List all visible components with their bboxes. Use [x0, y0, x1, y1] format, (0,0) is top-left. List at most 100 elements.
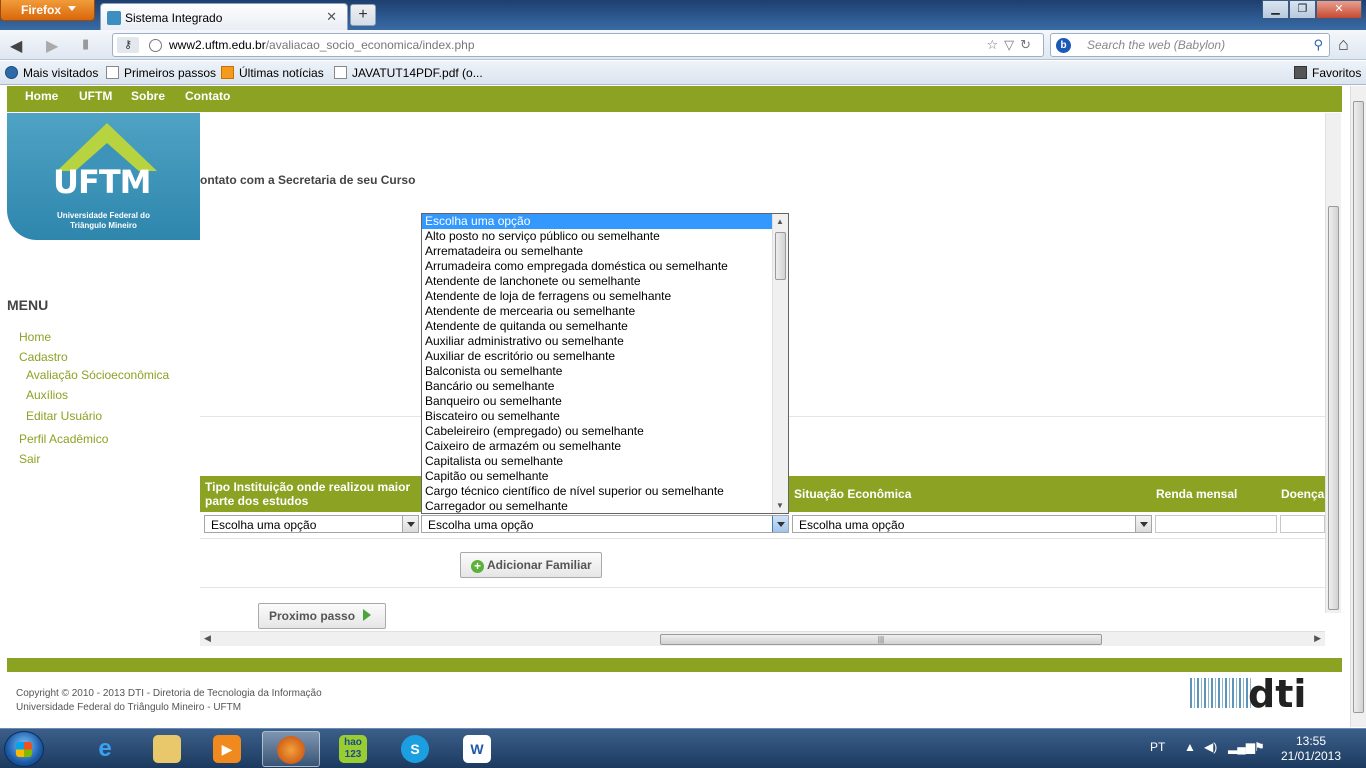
menu-item-avaliacao[interactable]: Avaliação Sócioeconômica — [26, 368, 169, 382]
scroll-up-icon[interactable]: ▲ — [776, 217, 784, 226]
dropdown-option[interactable]: Bancário ou semelhante — [422, 379, 772, 394]
search-box[interactable]: b Search the web (Babylon) ⚲ — [1050, 33, 1330, 57]
minimize-button[interactable]: ▁ — [1262, 0, 1289, 19]
dropdown-option[interactable]: Balconista ou semelhante — [422, 364, 772, 379]
menu-item-perfil[interactable]: Perfil Acadêmico — [19, 432, 108, 446]
search-placeholder: Search the web (Babylon) — [1087, 38, 1226, 52]
bookmark-favoritos[interactable]: Favoritos — [1294, 66, 1361, 80]
network-icon[interactable]: ▂▄▆ — [1228, 740, 1255, 754]
dropdown-option[interactable]: Carregador ou semelhante — [422, 499, 772, 513]
renda-input[interactable] — [1155, 515, 1277, 533]
dropdown-option[interactable]: Atendente de mercearia ou semelhante — [422, 304, 772, 319]
menu-item-home[interactable]: Home — [19, 330, 51, 344]
bookmark-label: Favoritos — [1312, 66, 1362, 80]
dropdown-option[interactable]: Biscateiro ou semelhante — [422, 409, 772, 424]
folder-icon — [153, 734, 181, 763]
taskbar-firefox[interactable] — [262, 731, 320, 767]
bookmark-javatut[interactable]: JAVATUT14PDF.pdf (o... — [334, 66, 483, 80]
scroll-thumb[interactable]: ||| — [660, 634, 1102, 645]
scroll-down-icon[interactable]: ▼ — [776, 501, 784, 510]
footer-bar — [7, 658, 1342, 672]
dropdown-option[interactable]: Auxiliar de escritório ou semelhante — [422, 349, 772, 364]
dropdown-option[interactable]: Banqueiro ou semelhante — [422, 394, 772, 409]
uftm-logo[interactable]: UFTM Universidade Federal do Triângulo M… — [7, 113, 200, 240]
dropdown-option[interactable]: Atendente de loja de ferragens ou semelh… — [422, 289, 772, 304]
forward-arrow-icon[interactable]: ▶ — [46, 36, 58, 56]
header-instituicao-line2: parte dos estudos — [205, 494, 309, 508]
bookmark-label: Últimas notícias — [239, 66, 324, 80]
chevron-down-icon[interactable] — [402, 516, 418, 532]
bookmark-star-icon[interactable]: ☆▽↻ — [986, 37, 1037, 53]
search-icon[interactable]: ⚲ — [1313, 37, 1323, 53]
situacao-select[interactable]: Escolha uma opção — [792, 515, 1152, 533]
dropdown-option[interactable]: Caixeiro de armazém ou semelhante — [422, 439, 772, 454]
chevron-down-icon[interactable] — [1135, 516, 1151, 532]
back-arrow-icon[interactable]: ◀ — [10, 36, 22, 56]
window-close-button[interactable]: ✕ — [1316, 0, 1362, 19]
scroll-right-icon[interactable]: ▶ — [1314, 633, 1321, 644]
nav-sobre[interactable]: Sobre — [131, 89, 165, 103]
dropdown-option[interactable]: Capitão ou semelhante — [422, 469, 772, 484]
dropdown-scrollbar[interactable]: ▲ ▼ — [772, 214, 788, 513]
nav-home[interactable]: Home — [25, 89, 58, 103]
scroll-thumb[interactable] — [1328, 206, 1339, 610]
dropdown-option[interactable]: Arrumadeira como empregada doméstica ou … — [422, 259, 772, 274]
dropdown-option[interactable]: Cabeleireiro (empregado) ou semelhante — [422, 424, 772, 439]
language-indicator[interactable]: PT — [1150, 740, 1165, 754]
nav-contato[interactable]: Contato — [185, 89, 230, 103]
inner-vertical-scrollbar[interactable] — [1325, 113, 1341, 613]
bookmark-label: Mais visitados — [23, 66, 99, 80]
close-icon[interactable]: ✕ — [326, 9, 337, 25]
instituicao-select[interactable]: Escolha uma opção — [204, 515, 419, 533]
menu-item-editar-usuario[interactable]: Editar Usuário — [26, 409, 102, 423]
address-bar[interactable]: ⚷ www2.uftm.edu.br/avaliacao_socio_econo… — [112, 33, 1044, 57]
flag-icon[interactable]: ⚑ — [1254, 740, 1265, 754]
profissao-select[interactable]: Escolha uma opção — [421, 515, 789, 533]
tray-arrow-icon[interactable]: ▲ — [1184, 740, 1196, 754]
doenca-input[interactable] — [1280, 515, 1325, 533]
menu-item-sair[interactable]: Sair — [19, 452, 40, 466]
dropdown-option[interactable]: Alto posto no serviço público ou semelha… — [422, 229, 772, 244]
bookmark-mais-visitados[interactable]: Mais visitados — [5, 66, 98, 80]
bookmark-primeiros-passos[interactable]: Primeiros passos — [106, 66, 216, 80]
dropdown-option[interactable]: Escolha uma opção — [422, 214, 772, 229]
dropdown-option[interactable]: Auxiliar administrativo ou semelhante — [422, 334, 772, 349]
dropdown-option[interactable]: Cargo técnico científico de nível superi… — [422, 484, 772, 499]
taskbar-windows-explorer[interactable] — [138, 731, 196, 767]
new-tab-button[interactable]: + — [350, 4, 376, 26]
dropdown-option[interactable]: Atendente de lanchonete ou semelhante — [422, 274, 772, 289]
firefox-menu-label: Firefox — [21, 3, 62, 17]
bookmark-ultimas-noticias[interactable]: Últimas notícias — [221, 66, 324, 80]
page-vertical-scrollbar[interactable] — [1350, 86, 1366, 727]
nav-uftm[interactable]: UFTM — [79, 89, 112, 103]
menu-item-cadastro[interactable]: Cadastro — [19, 350, 68, 364]
start-button[interactable] — [4, 731, 44, 767]
restore-button[interactable]: ❐ — [1289, 0, 1316, 19]
menu-item-auxilios[interactable]: Auxílios — [26, 388, 68, 402]
babylon-icon[interactable]: b — [1056, 38, 1071, 53]
scroll-thumb[interactable] — [1353, 101, 1364, 713]
add-familiar-button[interactable]: + Adicionar Familiar — [460, 552, 602, 578]
dropdown-option[interactable]: Capitalista ou semelhante — [422, 454, 772, 469]
chevron-down-icon[interactable] — [772, 516, 788, 532]
key-icon[interactable]: ⚷ — [117, 37, 139, 53]
home-icon[interactable]: ⌂ — [1338, 34, 1349, 55]
taskbar-internet-explorer[interactable]: e — [76, 731, 134, 767]
taskbar-hao123[interactable]: hao 123 — [324, 731, 382, 767]
scroll-left-icon[interactable]: ◀ — [204, 633, 211, 644]
hao123-icon-label: hao — [344, 736, 362, 748]
profissao-dropdown-list[interactable]: Escolha uma opção Alto posto no serviço p… — [421, 213, 789, 514]
scroll-thumb[interactable] — [775, 232, 786, 280]
dropdown-option[interactable]: Atendente de quitanda ou semelhante — [422, 319, 772, 334]
taskbar-media-player[interactable]: ▶ — [198, 731, 256, 767]
next-step-button[interactable]: Proximo passo — [258, 603, 386, 629]
taskbar-skype[interactable]: S — [386, 731, 444, 767]
horizontal-scrollbar[interactable]: ◀ ||| ▶ — [200, 631, 1325, 646]
taskbar-word[interactable]: W — [448, 731, 506, 767]
volume-icon[interactable]: ◀) — [1204, 740, 1217, 754]
dti-logo[interactable]: dti — [1190, 672, 1340, 716]
firefox-menu-button[interactable]: Firefox — [0, 0, 95, 21]
clock[interactable]: 13:55 21/01/2013 — [1276, 734, 1346, 764]
browser-tab[interactable]: Sistema Integrado ✕ — [100, 3, 348, 30]
dropdown-option[interactable]: Arrematadeira ou semelhante — [422, 244, 772, 259]
